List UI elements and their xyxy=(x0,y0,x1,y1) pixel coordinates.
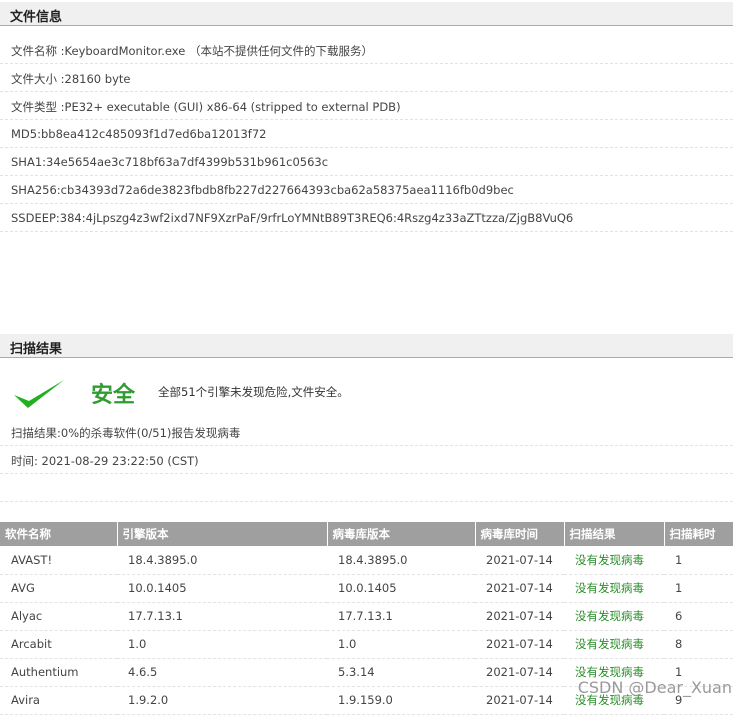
table-row: Arcabit 1.0 1.0 2021-07-14 没有发现病毒 8 xyxy=(0,630,733,659)
table-row: AVG 10.0.1405 10.0.1405 2021-07-14 没有发现病… xyxy=(0,574,733,603)
cell-duration: 1 xyxy=(664,574,733,603)
cell-result: 没有发现病毒 xyxy=(564,574,664,603)
table-row: Alyac 17.7.13.1 17.7.13.1 2021-07-14 没有发… xyxy=(0,602,733,631)
cell-engine-version: 10.0.1405 xyxy=(117,574,327,603)
cell-software: AVAST! xyxy=(0,546,117,575)
sha1-row: SHA1:34e5654ae3c718bf63a7df4399b531b961c… xyxy=(0,148,733,176)
safe-label: 安全 xyxy=(91,383,136,408)
col-header-db-date: 病毒库时间 xyxy=(475,522,565,546)
spacer-row xyxy=(0,474,733,502)
cell-result: 没有发现病毒 xyxy=(564,630,664,659)
cell-software: Authentium xyxy=(0,658,117,687)
cell-engine-version: 1.9.2.0 xyxy=(117,686,327,715)
cell-db-version: 5.3.14 xyxy=(327,658,475,687)
file-name-row: 文件名称 :KeyboardMonitor.exe （本站不提供任何文件的下载服… xyxy=(0,36,733,64)
cell-db-version: 17.7.13.1 xyxy=(327,602,475,631)
scan-time-row: 时间: 2021-08-29 23:22:50 (CST) xyxy=(0,446,733,474)
cell-software: Alyac xyxy=(0,602,117,631)
cell-duration: 1 xyxy=(664,546,733,575)
file-info-title: 文件信息 xyxy=(10,10,63,25)
col-header-duration: 扫描耗时 xyxy=(664,522,733,546)
cell-result: 没有发现病毒 xyxy=(564,602,664,631)
scan-result-title: 扫描结果 xyxy=(10,342,63,357)
cell-result: 没有发现病毒 xyxy=(564,546,664,575)
table-row: AVAST! 18.4.3895.0 18.4.3895.0 2021-07-1… xyxy=(0,546,733,575)
scan-result-header: 扫描结果 xyxy=(0,334,733,358)
safe-description: 全部51个引擎未发现危险,文件安全。 xyxy=(158,385,349,399)
cell-engine-version: 18.4.3895.0 xyxy=(117,546,327,575)
file-info-header: 文件信息 xyxy=(0,2,733,26)
cell-engine-version: 17.7.13.1 xyxy=(117,602,327,631)
table-header-row: 软件名称 引擎版本 病毒库版本 病毒库时间 扫描结果 扫描耗时 xyxy=(0,522,733,546)
cell-db-date: 2021-07-14 xyxy=(475,574,564,603)
cell-db-date: 2021-07-14 xyxy=(475,686,564,715)
ssdeep-row: SSDEEP:384:4jLpszg4z3wf2ixd7NF9XzrPaF/9r… xyxy=(0,204,733,232)
col-header-engine-version: 引擎版本 xyxy=(117,522,328,546)
cell-db-version: 10.0.1405 xyxy=(327,574,475,603)
cell-software: AVG xyxy=(0,574,117,603)
sha256-row: SHA256:cb34393d72a6de3823fbdb8fb227d2276… xyxy=(0,176,733,204)
cell-software: Avira xyxy=(0,686,117,715)
file-type-row: 文件类型 :PE32+ executable (GUI) x86-64 (str… xyxy=(0,92,733,120)
col-header-software: 软件名称 xyxy=(0,522,118,546)
cell-duration: 8 xyxy=(664,630,733,659)
file-size-row: 文件大小 :28160 byte xyxy=(0,64,733,92)
col-header-result: 扫描结果 xyxy=(564,522,665,546)
md5-row: MD5:bb8ea412c485093f1d7ed6ba12013f72 xyxy=(0,120,733,148)
csdn-watermark: CSDN @Dear_Xuan xyxy=(577,678,732,697)
cell-db-date: 2021-07-14 xyxy=(475,630,564,659)
cell-db-version: 1.9.159.0 xyxy=(327,686,475,715)
cell-db-date: 2021-07-14 xyxy=(475,546,564,575)
scan-summary-row: 扫描结果:0%的杀毒软件(0/51)报告发现病毒 xyxy=(0,418,733,446)
cell-db-date: 2021-07-14 xyxy=(475,602,564,631)
cell-software: Arcabit xyxy=(0,630,117,659)
checkmark-icon xyxy=(14,380,64,408)
cell-engine-version: 1.0 xyxy=(117,630,327,659)
cell-db-version: 18.4.3895.0 xyxy=(327,546,475,575)
col-header-db-version: 病毒库版本 xyxy=(327,522,476,546)
cell-duration: 6 xyxy=(664,602,733,631)
cell-db-version: 1.0 xyxy=(327,630,475,659)
cell-db-date: 2021-07-14 xyxy=(475,658,564,687)
cell-engine-version: 4.6.5 xyxy=(117,658,327,687)
